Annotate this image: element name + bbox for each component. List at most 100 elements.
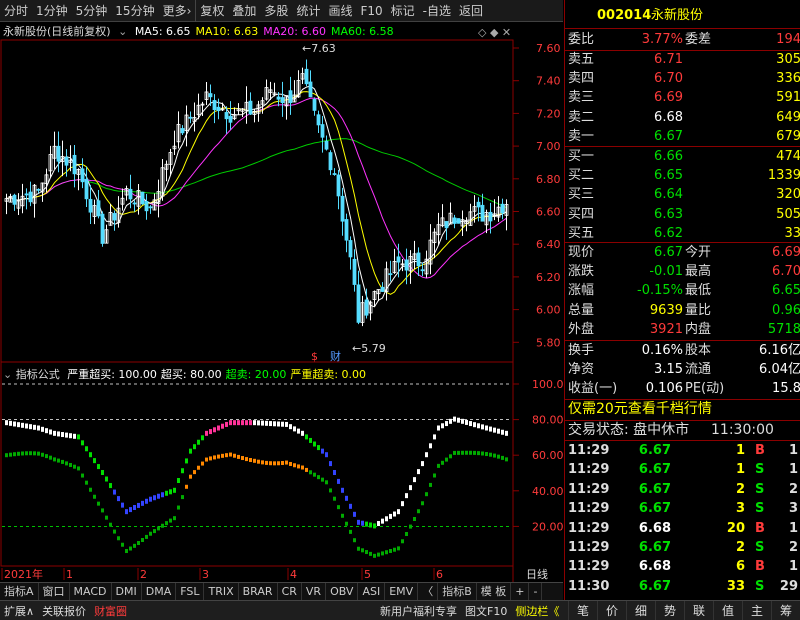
promo-banner[interactable]: 仅需20元查看千档行情	[565, 400, 800, 419]
indicator-tab-11[interactable]: ASI	[358, 583, 386, 600]
chart-area[interactable]: 7.60 7.40 7.20 7.00 6.80 6.60 6.40 6.20 6.00 5.80…	[0, 22, 563, 582]
indicator-bar-2	[297, 464, 300, 469]
weibi-row: 委比 3.77% 委差 194	[568, 32, 800, 47]
indicator-bar	[149, 496, 152, 502]
indicator-tab-14[interactable]: 指标B	[438, 583, 477, 600]
side-icon-5[interactable]: 值	[713, 601, 742, 620]
status-mid-2[interactable]: 侧边栏《	[511, 603, 563, 619]
candle-body	[140, 191, 145, 205]
chevron-down-icon[interactable]: ⌄	[3, 368, 12, 381]
indicator-tab-7[interactable]: BRAR	[239, 583, 278, 600]
toolbar-item-4[interactable]: 更多›	[159, 0, 196, 22]
tick-time: 11:29	[568, 481, 610, 497]
fund-label-0: 换手	[568, 343, 595, 358]
indicator-tab-8[interactable]: CR	[278, 583, 302, 600]
indicator-tab-6[interactable]: TRIX	[204, 583, 239, 600]
toolbar-item-1[interactable]: 1分钟	[32, 0, 72, 22]
candle-body	[96, 200, 101, 217]
indicator-bar	[441, 423, 444, 429]
toolbar-item-5[interactable]: 复权	[195, 0, 228, 22]
financial-report-marker[interactable]: 财	[330, 349, 341, 363]
indicator-title[interactable]: 指标公式	[16, 368, 60, 381]
toolbar-item-10[interactable]: F10	[356, 0, 386, 22]
indicator-tab-12[interactable]: EMV	[385, 583, 419, 600]
indicator-tab-0[interactable]: 指标A	[0, 583, 39, 600]
indicator-bar	[369, 522, 372, 528]
indicator-bar	[225, 421, 228, 427]
bid-row-4[interactable]: 买五 6.62 33	[565, 224, 800, 243]
indicator-bar	[9, 420, 12, 426]
bid-row-1-volume: 1339	[767, 168, 800, 184]
indicator-bar	[477, 423, 480, 429]
candle-body	[416, 252, 421, 267]
toolbar-item-8[interactable]: 统计	[292, 0, 324, 22]
side-icon-6[interactable]: 主	[742, 601, 771, 620]
price-tick-1: 7.40	[536, 75, 561, 88]
indicator-bar	[161, 492, 164, 498]
indicator-bar-2	[9, 452, 12, 457]
status-left-1[interactable]: 关联报价	[38, 603, 90, 619]
bid-row-2-price: 6.64	[654, 187, 683, 203]
status-mid-0[interactable]: 新用户福利专享	[376, 603, 461, 619]
indicator-bar	[325, 452, 328, 458]
indicator-bar-2	[401, 539, 404, 544]
indicator-tab-1[interactable]: 窗口	[39, 583, 70, 600]
indicator-tab-16[interactable]: +	[511, 583, 530, 600]
indicator-tab-13[interactable]: 〈	[418, 583, 439, 600]
indicator-tab-3[interactable]: DMI	[112, 583, 142, 600]
toolbar-item-0[interactable]: 分时	[0, 0, 32, 22]
period-label[interactable]: 日线	[526, 567, 548, 581]
indicator-bar-2	[129, 546, 132, 551]
toolbar-item-12[interactable]: -自选	[419, 0, 455, 22]
indicator-bar-2	[49, 455, 52, 460]
indicator-tab-5[interactable]: FSL	[176, 583, 205, 600]
ask-row-2[interactable]: 卖三 6.69 591	[565, 88, 800, 107]
toolbar-item-2[interactable]: 5分钟	[72, 0, 112, 22]
side-icon-7[interactable]: 筹	[771, 601, 800, 620]
indicator-tab-bar: 指标A 窗口 MACD DMI DMA FSL TRIX BRAR CR VR OBV ASI EMV 〈…	[0, 582, 563, 600]
toolbar-item-11[interactable]: 标记	[387, 0, 419, 22]
ask-row-4[interactable]: 卖一 6.67 679	[565, 127, 800, 146]
bid-row-0[interactable]: 买一 6.66 474	[565, 147, 800, 166]
bid-row-1[interactable]: 买二 6.65 1339	[565, 166, 800, 185]
bid-row-3[interactable]: 买四 6.63 505	[565, 205, 800, 224]
status-left-0[interactable]: 扩展∧	[0, 603, 38, 619]
toolbar-item-6[interactable]: 叠加	[228, 0, 260, 22]
ask-row-0[interactable]: 卖五 6.71 305	[565, 50, 800, 69]
toolbar-item-9[interactable]: 画线	[324, 0, 356, 22]
toolbar-item-13[interactable]: 返回	[455, 0, 487, 22]
toolbar-item-3[interactable]: 15分钟	[111, 0, 158, 22]
ask-row-3[interactable]: 卖二 6.68 649	[565, 108, 800, 127]
indicator-bar	[233, 420, 236, 426]
indicator-tab-9[interactable]: VR	[302, 583, 327, 600]
bid-row-2-volume: 320	[776, 187, 800, 203]
toolbar-item-7[interactable]: 多股	[260, 0, 292, 22]
indicator-bar-2	[393, 547, 396, 552]
side-icon-2[interactable]: 细	[626, 601, 655, 620]
ask-row-1[interactable]: 卖四 6.70 336	[565, 69, 800, 88]
indicator-bar-2	[465, 450, 468, 455]
stat-value-0: 6.67	[654, 245, 683, 260]
bid-row-2[interactable]: 买三 6.64 320	[565, 185, 800, 204]
bid-row-0-label: 买一	[568, 149, 595, 164]
indicator-bar	[229, 420, 232, 426]
indicator-tab-17[interactable]: -	[529, 583, 543, 600]
tick-side: S	[755, 578, 765, 594]
side-icon-0[interactable]: 笔	[568, 601, 597, 620]
indicator-tab-2[interactable]: MACD	[70, 583, 112, 600]
side-icon-1[interactable]: 价	[597, 601, 626, 620]
indicator-bar-2	[93, 494, 96, 499]
indicator-tab-10[interactable]: OBV	[326, 583, 359, 600]
indicator-tab-15[interactable]: 模 板	[477, 583, 512, 600]
indicator-bar	[301, 430, 304, 436]
candle-body	[72, 154, 77, 175]
indicator-tab-4[interactable]: DMA	[142, 583, 177, 600]
status-mid-1[interactable]: 图文F10	[461, 603, 511, 619]
side-icon-3[interactable]: 势	[655, 601, 684, 620]
time-tick-4: 4	[290, 568, 297, 581]
dividend-marker[interactable]: $	[311, 350, 318, 363]
chevron-down-icon[interactable]: ⌄	[118, 25, 127, 38]
tick-price: 6.67	[638, 462, 671, 478]
status-left-2[interactable]: 财富圈	[90, 603, 131, 619]
side-icon-4[interactable]: 联	[684, 601, 713, 620]
